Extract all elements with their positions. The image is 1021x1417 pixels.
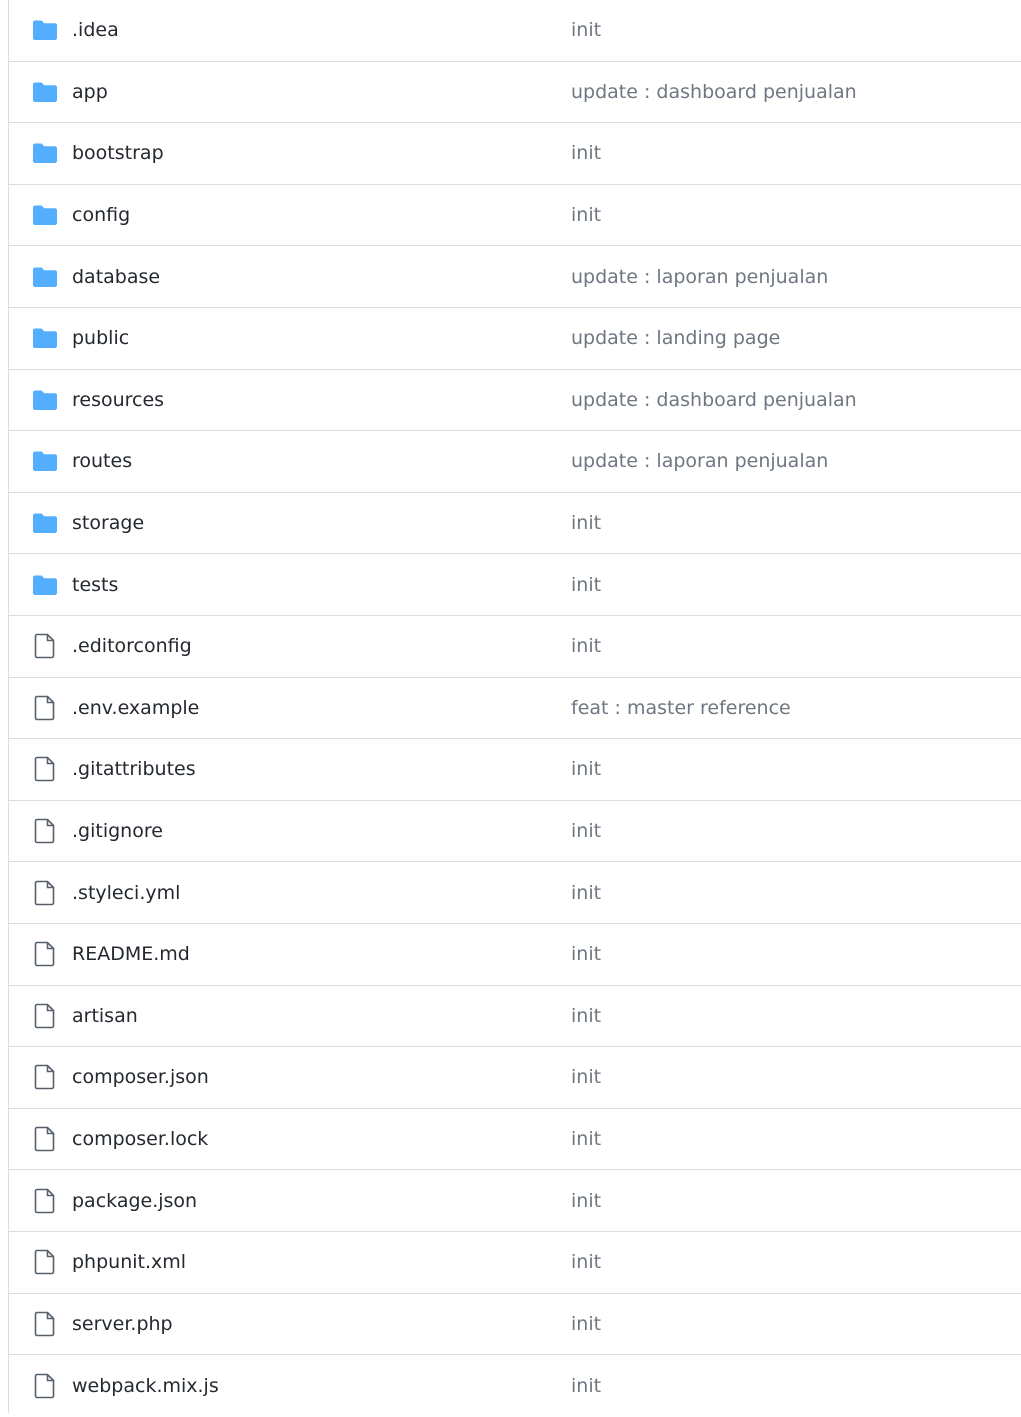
file-icon	[32, 941, 58, 967]
file-row-styleci-yml[interactable]: .styleci.yml init	[9, 862, 1021, 924]
file-icon	[32, 1188, 58, 1214]
file-icon	[32, 633, 58, 659]
file-icon	[32, 1003, 58, 1029]
commit-message-link[interactable]: init	[571, 943, 601, 965]
file-name-link[interactable]: server.php	[72, 1313, 173, 1335]
file-list: .idea init app update : dashboard penjualan…	[8, 0, 1021, 1413]
file-row-storage[interactable]: storage init	[9, 493, 1021, 555]
commit-message-link[interactable]: init	[571, 1251, 601, 1273]
commit-message-link[interactable]: init	[571, 512, 601, 534]
commit-message-link[interactable]: update : dashboard penjualan	[571, 81, 857, 103]
folder-icon	[32, 202, 58, 228]
folder-icon	[32, 325, 58, 351]
file-name-link[interactable]: .styleci.yml	[72, 882, 180, 904]
file-row-gitignore[interactable]: .gitignore init	[9, 801, 1021, 863]
file-row-env-example[interactable]: .env.example feat : master reference	[9, 678, 1021, 740]
file-row-composer-lock[interactable]: composer.lock init	[9, 1109, 1021, 1171]
commit-message-link[interactable]: init	[571, 204, 601, 226]
file-row-bootstrap[interactable]: bootstrap init	[9, 123, 1021, 185]
folder-icon	[32, 264, 58, 290]
folder-icon	[32, 79, 58, 105]
file-row-public[interactable]: public update : landing page	[9, 308, 1021, 370]
file-icon	[32, 1064, 58, 1090]
commit-message-link[interactable]: init	[571, 19, 601, 41]
file-name-link[interactable]: tests	[72, 574, 118, 596]
commit-message-link[interactable]: init	[571, 635, 601, 657]
commit-message-link[interactable]: init	[571, 1375, 601, 1397]
file-name-link[interactable]: README.md	[72, 943, 190, 965]
file-icon	[32, 1311, 58, 1337]
file-name-link[interactable]: public	[72, 327, 129, 349]
file-name-link[interactable]: .editorconfig	[72, 635, 192, 657]
commit-message-link[interactable]: init	[571, 1066, 601, 1088]
commit-message-link[interactable]: init	[571, 142, 601, 164]
commit-message-link[interactable]: update : laporan penjualan	[571, 450, 828, 472]
folder-icon	[32, 387, 58, 413]
folder-icon	[32, 17, 58, 43]
file-row-tests[interactable]: tests init	[9, 554, 1021, 616]
file-name-link[interactable]: app	[72, 81, 108, 103]
commit-message-link[interactable]: init	[571, 1190, 601, 1212]
commit-message-link[interactable]: init	[571, 1128, 601, 1150]
file-icon	[32, 880, 58, 906]
file-icon	[32, 1373, 58, 1399]
commit-message-link[interactable]: update : dashboard penjualan	[571, 389, 857, 411]
file-row-idea[interactable]: .idea init	[9, 0, 1021, 62]
folder-icon	[32, 140, 58, 166]
commit-message-link[interactable]: init	[571, 574, 601, 596]
file-name-link[interactable]: storage	[72, 512, 144, 534]
file-name-link[interactable]: .gitignore	[72, 820, 163, 842]
file-name-link[interactable]: bootstrap	[72, 142, 164, 164]
file-name-link[interactable]: webpack.mix.js	[72, 1375, 219, 1397]
file-name-link[interactable]: resources	[72, 389, 164, 411]
commit-message-link[interactable]: init	[571, 1005, 601, 1027]
commit-message-link[interactable]: update : landing page	[571, 327, 780, 349]
file-icon	[32, 818, 58, 844]
file-name-link[interactable]: composer.json	[72, 1066, 209, 1088]
commit-message-link[interactable]: init	[571, 820, 601, 842]
file-row-gitattributes[interactable]: .gitattributes init	[9, 739, 1021, 801]
file-name-link[interactable]: database	[72, 266, 160, 288]
file-name-link[interactable]: phpunit.xml	[72, 1251, 186, 1273]
file-icon	[32, 756, 58, 782]
file-row-app[interactable]: app update : dashboard penjualan	[9, 62, 1021, 124]
folder-icon	[32, 572, 58, 598]
file-row-config[interactable]: config init	[9, 185, 1021, 247]
file-row-webpack-mix-js[interactable]: webpack.mix.js init	[9, 1355, 1021, 1417]
file-row-composer-json[interactable]: composer.json init	[9, 1047, 1021, 1109]
file-icon	[32, 1126, 58, 1152]
file-name-link[interactable]: composer.lock	[72, 1128, 208, 1150]
file-name-link[interactable]: .gitattributes	[72, 758, 196, 780]
file-icon	[32, 695, 58, 721]
file-row-server-php[interactable]: server.php init	[9, 1294, 1021, 1356]
folder-icon	[32, 448, 58, 474]
file-row-routes[interactable]: routes update : laporan penjualan	[9, 431, 1021, 493]
commit-message-link[interactable]: feat : master reference	[571, 697, 791, 719]
file-name-link[interactable]: .env.example	[72, 697, 199, 719]
file-row-package-json[interactable]: package.json init	[9, 1170, 1021, 1232]
file-row-readme-md[interactable]: README.md init	[9, 924, 1021, 986]
file-name-link[interactable]: .idea	[72, 19, 119, 41]
file-row-editorconfig[interactable]: .editorconfig init	[9, 616, 1021, 678]
commit-message-link[interactable]: update : laporan penjualan	[571, 266, 828, 288]
file-row-artisan[interactable]: artisan init	[9, 986, 1021, 1048]
file-row-resources[interactable]: resources update : dashboard penjualan	[9, 370, 1021, 432]
folder-icon	[32, 510, 58, 536]
file-row-database[interactable]: database update : laporan penjualan	[9, 246, 1021, 308]
file-row-phpunit-xml[interactable]: phpunit.xml init	[9, 1232, 1021, 1294]
commit-message-link[interactable]: init	[571, 758, 601, 780]
commit-message-link[interactable]: init	[571, 882, 601, 904]
file-name-link[interactable]: config	[72, 204, 130, 226]
commit-message-link[interactable]: init	[571, 1313, 601, 1335]
file-name-link[interactable]: routes	[72, 450, 132, 472]
file-name-link[interactable]: package.json	[72, 1190, 197, 1212]
file-name-link[interactable]: artisan	[72, 1005, 138, 1027]
file-icon	[32, 1249, 58, 1275]
